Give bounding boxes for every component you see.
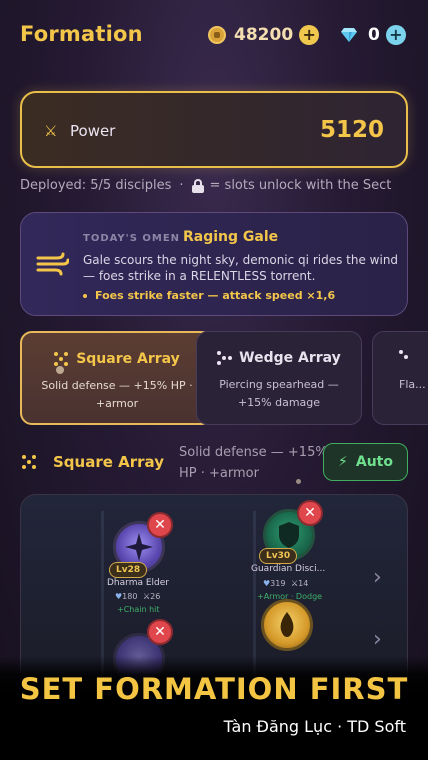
level-badge: Lv30 [259,548,298,564]
diamond-icon [341,28,357,42]
omen-name: Raging Gale [183,229,279,245]
level-badge: Lv28 [109,562,148,578]
hero-stats: ♥180 ⚔26 [115,592,160,601]
hero-slot-1[interactable]: ✕ Lv28 Dharma Elder ♥180 ⚔26 +Chain hit [85,495,195,625]
selected-formation-desc: Solid defense — +15% HP · +armor [179,445,328,481]
coin-icon [208,26,226,44]
formation-card-wedge-array[interactable]: Wedge Array Piercing spearhead — +15% da… [196,331,362,425]
chevron-right-icon[interactable]: › [373,627,382,652]
remove-hero-button[interactable]: ✕ [147,619,173,645]
formation-name: Wedge Array [239,350,341,366]
sparkle-decoration [56,366,64,374]
wind-icon [36,252,69,276]
hero-atk: 26 [150,592,161,601]
promo-banner: SET FORMATION FIRST Tàn Đăng Lục · TD So… [0,656,428,760]
formation-icon [399,350,415,364]
wedge-array-icon [217,351,233,365]
top-bar: Formation 48200 + 0 + [0,0,428,70]
auto-label: Auto [355,454,393,470]
hero-atk: 14 [298,579,309,588]
power-label: Power [70,122,116,140]
coin-amount: 48200 [234,25,294,45]
gem-balance: 0 + [340,24,406,46]
hero-hp: 180 [122,592,138,601]
omen-description: Gale scours the night sky, demonic qi ri… [83,253,399,283]
flame-icon [280,612,294,637]
square-array-icon [54,352,70,366]
hero-stats: ♥319 ⚔14 [263,579,308,588]
formation-desc: Solid defense — +15% HP · +armor [41,379,193,410]
hero-portrait[interactable] [261,599,313,651]
omen-card: TODAY'S OMEN Raging Gale Gale scours the… [20,212,408,316]
coin-balance: 48200 + [208,24,320,46]
formation-desc: Fla... + [399,378,428,391]
deployed-count: Deployed: 5/5 disciples [20,178,172,193]
hero-name: Guardian Disci... [251,564,326,574]
omen-effect-text: Foes strike faster — attack speed ×1,6 [95,289,336,302]
chevron-right-icon[interactable]: › [373,565,382,590]
omen-effect: Foes strike faster — attack speed ×1,6 [83,289,335,302]
power-panel: ⚔ Power 5120 [20,91,408,168]
remove-hero-button[interactable]: ✕ [297,500,323,526]
bullet-icon [83,293,87,298]
page-title: Formation [20,22,143,46]
sparkle-decoration [296,479,301,484]
banner-credit: Tàn Đăng Lục · TD Soft [223,717,406,736]
selected-formation-name: Square Array [53,453,164,471]
remove-hero-button[interactable]: ✕ [147,512,173,538]
lock-hint: = slots unlock with the Sect [209,178,392,193]
separator: · [179,178,184,193]
lightning-icon: ⚡ [338,454,348,470]
square-array-icon [22,455,38,469]
selected-formation-row: Square Array Solid defense — +15% HP · +… [20,440,408,484]
add-coins-button[interactable]: + [299,25,320,45]
auto-button[interactable]: ⚡ Auto [323,443,408,481]
banner-headline: SET FORMATION FIRST [19,672,409,706]
formation-card-partial[interactable]: Fla... + [372,331,428,425]
gem-amount: 0 [368,25,380,45]
hero-hp: 319 [270,579,286,588]
hero-name: Dharma Elder [107,578,169,588]
add-gems-button[interactable]: + [385,25,406,45]
crossed-swords-icon: ⚔ [44,122,58,140]
lock-icon [191,178,204,193]
formation-name: Square Array [76,351,180,367]
deployed-info: Deployed: 5/5 disciples · = slots unlock… [20,178,391,193]
omen-tag: TODAY'S OMEN [83,233,181,244]
formation-card-square-array[interactable]: Square Array Solid defense — +15% HP · +… [20,331,214,425]
power-value: 5120 [319,117,384,143]
formation-desc: Piercing spearhead — +15% damage [219,378,339,409]
formation-carousel[interactable]: Square Array Solid defense — +15% HP · +… [20,330,428,426]
